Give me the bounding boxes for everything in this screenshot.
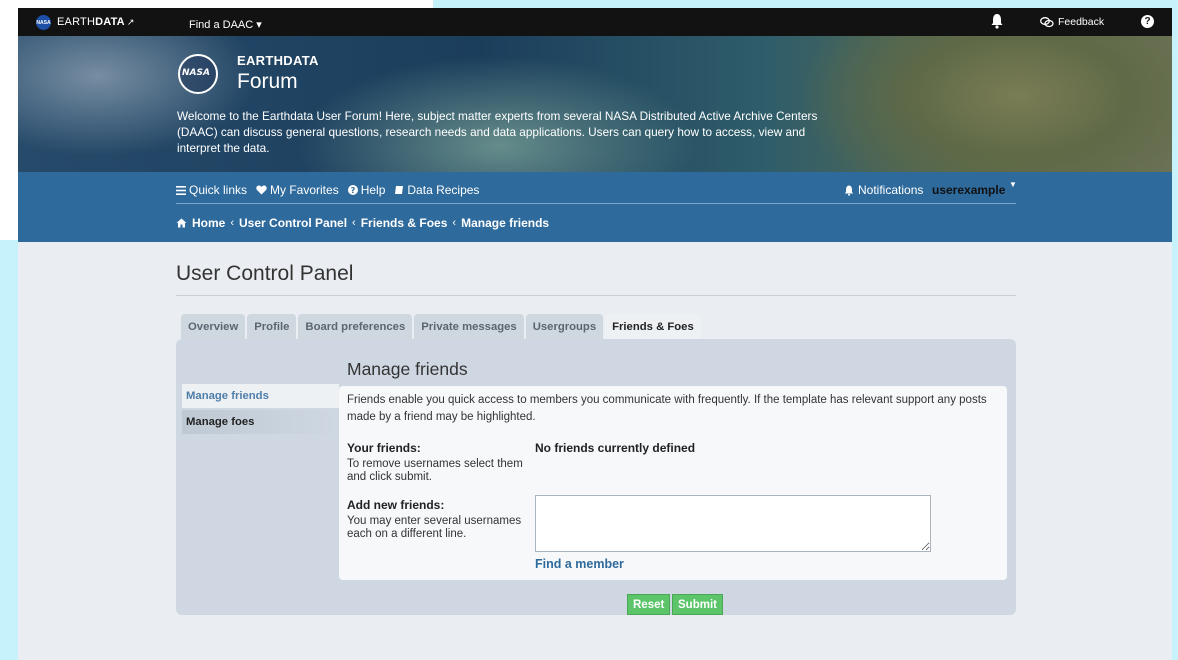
feedback-link[interactable]: Feedback bbox=[1040, 16, 1104, 28]
tab-private-messages[interactable]: Private messages bbox=[414, 314, 524, 339]
my-favorites-link[interactable]: My Favorites bbox=[256, 183, 339, 197]
your-friends-help: To remove usernames select them and clic… bbox=[347, 458, 523, 483]
submit-button[interactable]: Submit bbox=[672, 594, 723, 615]
side-item-manage-friends[interactable]: Manage friends bbox=[182, 384, 339, 408]
quick-links-group: Quick links My Favorites ? Help Data Rec… bbox=[176, 183, 479, 197]
add-friends-help: You may enter several usernames each on … bbox=[347, 515, 522, 540]
side-menu: Manage friends Manage foes bbox=[182, 384, 339, 434]
breadcrumb-manage-friends[interactable]: Manage friends bbox=[461, 216, 549, 230]
browser-viewport: NASA EARTHDATA ↗ Find a DAAC ▾ Feedback ?… bbox=[18, 8, 1172, 660]
tab-overview[interactable]: Overview bbox=[181, 314, 246, 339]
my-favorites-label: My Favorites bbox=[270, 183, 339, 197]
quick-links-menu[interactable]: Quick links bbox=[176, 183, 247, 197]
nasa-meatball-icon[interactable]: NASA bbox=[36, 15, 51, 30]
help-label: Help bbox=[360, 183, 386, 197]
side-item-manage-foes[interactable]: Manage foes bbox=[182, 410, 339, 434]
add-friends-textarea[interactable] bbox=[535, 495, 931, 552]
hero-title-earthdata: EARTHDATA bbox=[237, 53, 319, 68]
no-friends-message: No friends currently defined bbox=[535, 441, 696, 455]
heart-icon bbox=[256, 185, 267, 195]
breadcrumb-home[interactable]: Home bbox=[192, 216, 225, 230]
hero-title-forum: Forum bbox=[237, 70, 298, 93]
breadcrumb-separator-icon: ‹ bbox=[230, 217, 235, 229]
book-icon bbox=[395, 186, 404, 194]
navbar-links-row: Quick links My Favorites ? Help Data Rec… bbox=[176, 180, 1017, 204]
data-recipes-link[interactable]: Data Recipes bbox=[394, 183, 479, 197]
brand-light-text: EARTH bbox=[57, 16, 96, 28]
tab-friends-foes[interactable]: Friends & Foes bbox=[605, 314, 701, 340]
add-friends-label: Add new friends: bbox=[347, 498, 445, 512]
brand-bold-text: DATA bbox=[95, 16, 125, 28]
your-friends-label: Your friends: bbox=[347, 441, 421, 455]
page-title: User Control Panel bbox=[176, 262, 354, 285]
forum-hero-banner: NASA EARTHDATA Forum Welcome to the Eart… bbox=[18, 36, 1172, 172]
help-link[interactable]: ? Help bbox=[347, 183, 386, 197]
breadcrumb: Home ‹ User Control Panel ‹ Friends & Fo… bbox=[176, 216, 549, 230]
earthdata-topbar: NASA EARTHDATA ↗ Find a DAAC ▾ Feedback ? bbox=[18, 8, 1172, 36]
breadcrumb-separator-icon: ‹ bbox=[452, 217, 457, 229]
breadcrumb-separator-icon: ‹ bbox=[352, 217, 356, 229]
breadcrumb-user-control-panel[interactable]: User Control Panel bbox=[239, 216, 347, 230]
manage-friends-form: Friends enable you quick access to membe… bbox=[339, 386, 1007, 580]
title-divider bbox=[176, 295, 1016, 296]
reset-button[interactable]: Reset bbox=[627, 594, 671, 615]
forum-navbar: Quick links My Favorites ? Help Data Rec… bbox=[18, 172, 1172, 242]
earthdata-brand-link[interactable]: EARTHDATA ↗ bbox=[57, 16, 135, 28]
find-member-link[interactable]: Find a member bbox=[535, 557, 624, 571]
find-daac-dropdown[interactable]: Find a DAAC ▾ bbox=[189, 18, 262, 31]
section-description: Friends enable you quick access to membe… bbox=[347, 394, 987, 423]
quick-links-label: Quick links bbox=[189, 183, 248, 197]
ucp-tabs: Overview Profile Board preferences Priva… bbox=[181, 314, 701, 340]
ucp-panel: Manage friends Manage foes Manage friend… bbox=[176, 339, 1016, 615]
caret-down-icon[interactable]: ▼ bbox=[1009, 180, 1017, 189]
hero-welcome-text: Welcome to the Earthdata User Forum! Her… bbox=[177, 109, 818, 155]
external-link-icon: ↗ bbox=[126, 17, 135, 27]
notifications-link[interactable]: Notifications bbox=[844, 183, 923, 197]
tab-usergroups[interactable]: Usergroups bbox=[525, 314, 604, 339]
svg-text:?: ? bbox=[350, 186, 355, 195]
notification-bell-icon bbox=[844, 185, 854, 196]
nasa-logo-text: NASA bbox=[182, 68, 210, 78]
chat-bubbles-icon bbox=[1040, 16, 1054, 27]
question-circle-icon: ? bbox=[347, 185, 358, 195]
hamburger-icon bbox=[176, 185, 186, 195]
data-recipes-label: Data Recipes bbox=[407, 183, 480, 197]
tab-profile[interactable]: Profile bbox=[247, 314, 297, 339]
tab-board-preferences[interactable]: Board preferences bbox=[298, 314, 413, 339]
username-menu[interactable]: userexample bbox=[932, 183, 1005, 197]
home-icon bbox=[176, 218, 187, 228]
bell-icon[interactable] bbox=[990, 13, 1004, 29]
notifications-label: Notifications bbox=[858, 183, 924, 197]
feedback-label: Feedback bbox=[1058, 16, 1105, 28]
help-circle-icon[interactable]: ? bbox=[1141, 15, 1154, 28]
section-title: Manage friends bbox=[347, 359, 468, 379]
breadcrumb-friends-foes[interactable]: Friends & Foes bbox=[361, 216, 448, 230]
